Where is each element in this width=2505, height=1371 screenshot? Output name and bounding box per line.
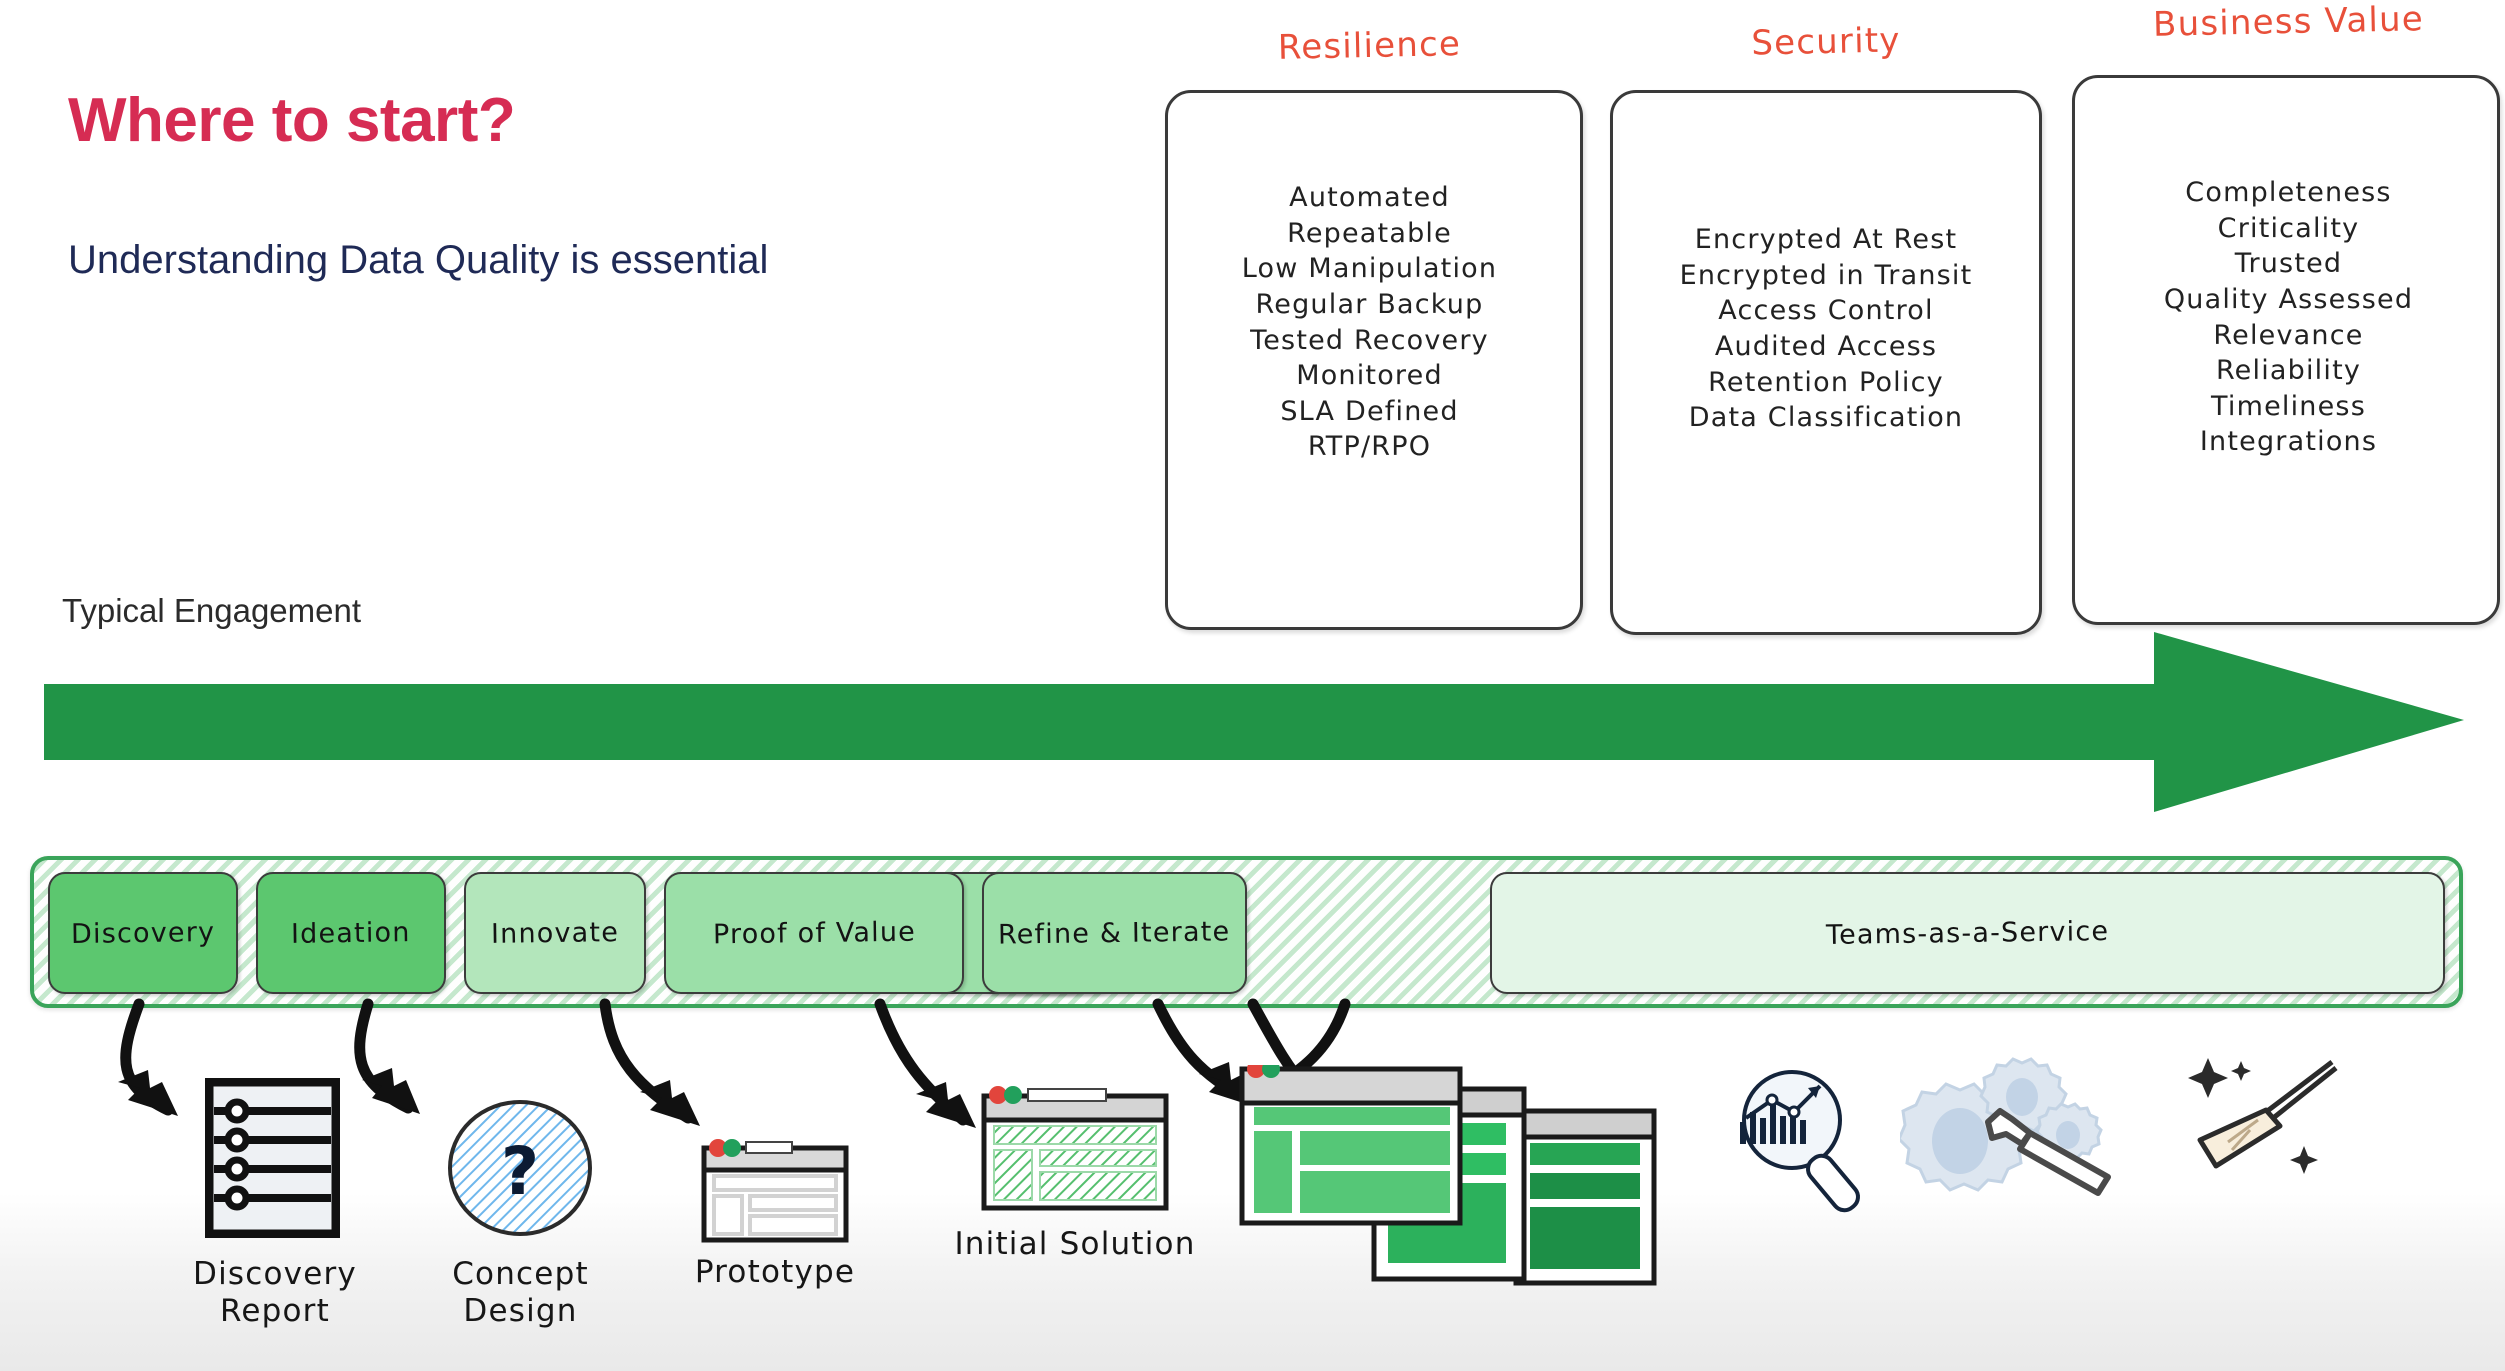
stacked-windows-icon (1239, 1060, 1657, 1286)
list-item: Relevance (2213, 319, 2364, 351)
gears-wrench-icon (1897, 1057, 2111, 1196)
list-item: SLA Defined (1280, 395, 1459, 427)
service-icon-gears (1897, 1055, 2160, 1225)
list-item: RTP/RPO (1307, 431, 1432, 463)
phase-card-teams-as-a-service[interactable]: Teams-as-a-Service (1490, 872, 2445, 994)
list-item: Access Control (1718, 295, 1934, 327)
phase-card-label: Refine & Iterate (998, 915, 1231, 951)
list-item: Completeness (2185, 177, 2392, 208)
pillar-business-value-list: Completeness Criticality Trusted Quality… (2072, 175, 2505, 460)
list-item: Tested Recovery (1250, 324, 1489, 356)
phase-card-refine-iterate[interactable]: Refine & Iterate (982, 872, 1247, 994)
phase-card-proof-of-value[interactable]: Proof of Value (664, 872, 964, 994)
pillar-business-value: Business Value Completeness Criticality … (2072, 0, 2505, 625)
phase-card-label: Teams-as-a-Service (1825, 915, 2110, 951)
artifact-initial-solution-label: Initial Solution (875, 1226, 1275, 1263)
list-item: Data Classification (1688, 402, 1964, 434)
list-item: Quality Assessed (2163, 283, 2414, 315)
pillar-business-value-title: Business Value (2152, 0, 2425, 45)
pillar-resilience: Resilience Automated Repeatable Low Mani… (1157, 0, 1583, 630)
artifact-discovery-report: Discovery Report (193, 1078, 356, 1348)
wireframe-window-icon (701, 1139, 849, 1243)
question-mark-circle-icon: ? (448, 1100, 592, 1236)
service-icon-analytics (1720, 1060, 1900, 1220)
pillar-security-title: Security (1750, 20, 1902, 64)
pillar-security-list: Encrypted At Rest Encrypted in Transit A… (1610, 222, 2042, 436)
artifact-concept-design-label: Concept Design (403, 1256, 638, 1329)
pillar-security: Security Encrypted At Rest Encrypted in … (1610, 0, 2042, 635)
list-item: Integrations (2199, 426, 2378, 458)
phase-card-label: Innovate (490, 916, 620, 950)
phase-card-label: Ideation (290, 916, 411, 950)
chart-magnifier-icon (1740, 1070, 1860, 1213)
list-item: Reliability (2215, 355, 2362, 387)
list-item: Retention Policy (1708, 366, 1944, 398)
artifact-initial-solution: Initial Solution (954, 1082, 1194, 1302)
list-item: Encrypted At Rest (1694, 224, 1958, 255)
label-line-1: Initial Solution (954, 1226, 1196, 1262)
label-line-1: Concept (452, 1256, 589, 1292)
label-line-1: Prototype (694, 1254, 856, 1290)
label-line-1: Discovery (193, 1256, 357, 1292)
list-item: Criticality (2217, 212, 2360, 244)
service-icon-broom (2180, 1050, 2360, 1200)
list-item: Regular Backup (1255, 288, 1484, 320)
list-item: Timeliness (2211, 390, 2366, 422)
list-item: Low Manipulation (1241, 253, 1498, 285)
title-block: Where to start? (68, 86, 516, 155)
list-item: Trusted (2234, 248, 2343, 280)
phase-card-label: Proof of Value (712, 916, 916, 950)
artifact-concept-design: ? Concept Design (443, 1098, 603, 1348)
checklist-document-icon (205, 1078, 340, 1238)
artifact-discovery-report-label: Discovery Report (165, 1256, 385, 1329)
phase-card-discovery[interactable]: Discovery (48, 872, 238, 994)
artifact-prototype-label: Prototype (655, 1254, 895, 1291)
page-title: Where to start? (68, 86, 516, 155)
list-item: Encrypted in Transit (1679, 259, 1973, 291)
page-subtitle: Understanding Data Quality is essential (68, 238, 769, 282)
phase-card-innovate[interactable]: Innovate (464, 872, 646, 994)
hatched-window-icon (981, 1086, 1169, 1211)
engagement-phase-bar: Discovery Ideation Innovate Proof of Val… (30, 856, 2463, 1008)
pillar-resilience-title: Resilience (1277, 24, 1462, 68)
artifact-final-solution (1238, 1060, 1658, 1330)
label-line-2: Design (463, 1292, 578, 1329)
phase-card-ideation[interactable]: Ideation (256, 872, 446, 994)
engagement-arrow (44, 632, 2464, 812)
engagement-section-label: Typical Engagement (62, 592, 362, 629)
label-line-2: Report (220, 1292, 330, 1329)
phase-card-label: Discovery (70, 916, 216, 950)
pillar-resilience-list: Automated Repeatable Low Manipulation Re… (1157, 180, 1582, 465)
list-item: Monitored (1296, 360, 1443, 392)
list-item: Audited Access (1714, 330, 1938, 362)
svg-text:?: ? (501, 1133, 539, 1210)
list-item: Repeatable (1287, 217, 1452, 249)
artifact-prototype: Prototype (695, 1134, 854, 1334)
slide-canvas: Where to start? Understanding Data Quali… (0, 0, 2505, 1371)
broom-sparkle-icon (2188, 1058, 2338, 1174)
list-item: Automated (1289, 182, 1450, 213)
